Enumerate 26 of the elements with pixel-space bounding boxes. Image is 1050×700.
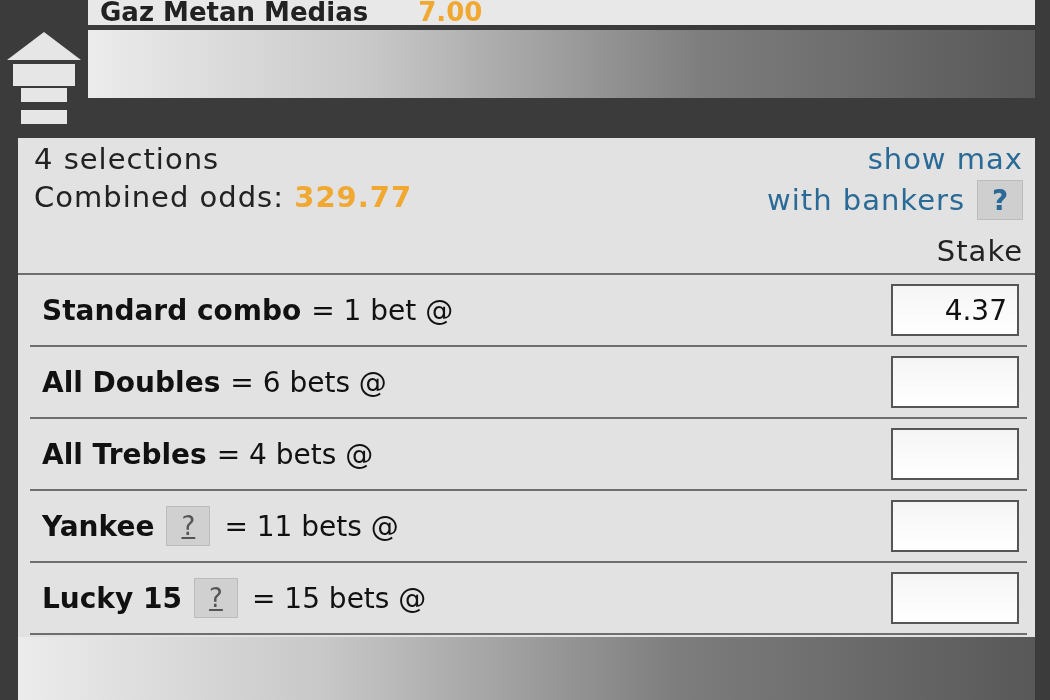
selection-odds: 7.00 — [418, 0, 483, 25]
bet-type-label: Yankee — [42, 509, 155, 543]
selection-name: Gaz Metan Medias — [100, 0, 369, 25]
stake-field[interactable] — [891, 356, 1019, 408]
bet-type-label: Lucky 15 — [42, 581, 182, 615]
bet-count-label: = 15 bets @ — [251, 581, 427, 615]
selections-count: 4 selections — [34, 142, 221, 176]
stake-header: Stake — [936, 234, 1023, 268]
bet-type-label: All Doubles — [42, 365, 221, 399]
stake-field[interactable] — [891, 500, 1019, 552]
stake-field[interactable]: 4.37 — [891, 284, 1019, 336]
with-bankers-link[interactable]: with bankers — [767, 183, 965, 217]
show-max-link[interactable]: show max — [867, 142, 1023, 176]
bet-count-label: = 6 bets @ — [230, 365, 387, 399]
bet-type-label: All Trebles — [42, 437, 207, 471]
help-button[interactable]: ? — [977, 180, 1023, 220]
up-arrow-icon[interactable] — [7, 32, 81, 124]
bet-count-label: = 1 bet @ — [311, 293, 454, 327]
bet-count-label: = 4 bets @ — [216, 437, 374, 471]
stake-field[interactable] — [891, 428, 1019, 480]
stake-field[interactable] — [891, 572, 1019, 624]
help-button[interactable]: ? — [193, 578, 238, 618]
combined-odds-text: Combined odds: 329.77 — [34, 180, 413, 214]
bet-type-label: Standard combo — [42, 293, 302, 327]
help-button[interactable]: ? — [166, 506, 211, 546]
bet-count-label: = 11 bets @ — [224, 509, 399, 543]
